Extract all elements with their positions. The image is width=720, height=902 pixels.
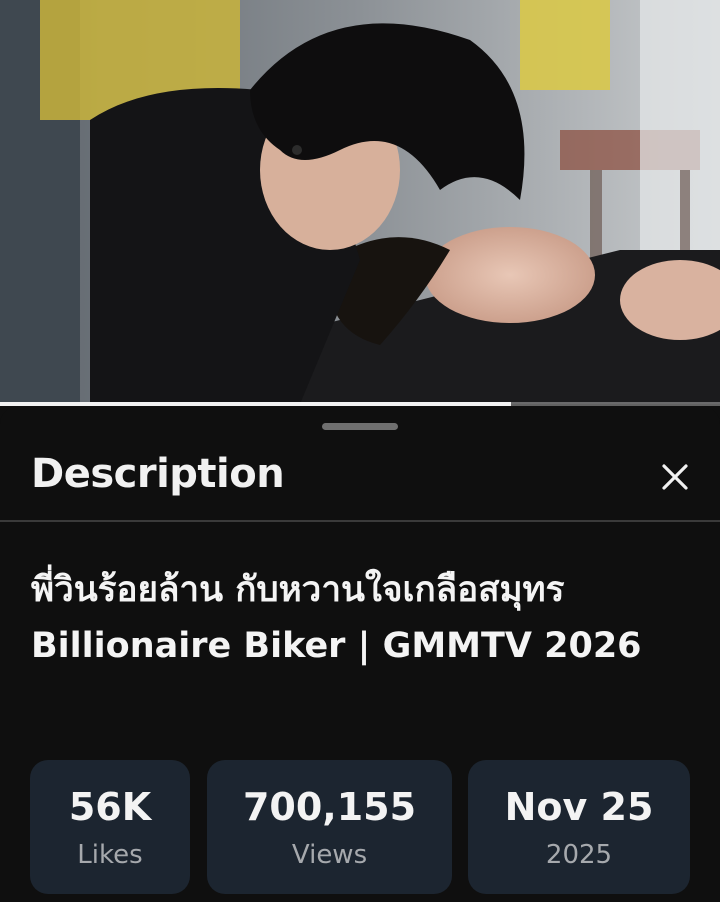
video-frame-image [0,0,720,404]
drag-handle[interactable] [322,423,398,430]
video-title: พี่วินร้อยล้าน กับหวานใจเกลือสมุทร Billi… [31,570,642,666]
likes-stat[interactable]: 56K Likes [30,760,190,894]
video-player[interactable] [0,0,720,404]
date-stat[interactable]: Nov 25 2025 [468,760,690,894]
publish-year: 2025 [545,840,613,870]
views-label: Views [291,840,368,870]
close-icon [662,464,688,490]
views-count: 700,155 [242,785,417,829]
screen: Description พี่วินร้อยล้าน กับหวานใจเกลื… [0,0,720,902]
description-sheet: Description พี่วินร้อยล้าน กับหวานใจเกลื… [0,406,720,902]
divider [0,520,720,522]
sheet-title: Description [31,451,285,497]
publish-date: Nov 25 [504,785,654,829]
likes-count: 56K [68,785,152,829]
views-stat[interactable]: 700,155 Views [207,760,452,894]
likes-label: Likes [77,840,143,870]
close-button[interactable] [652,454,698,500]
